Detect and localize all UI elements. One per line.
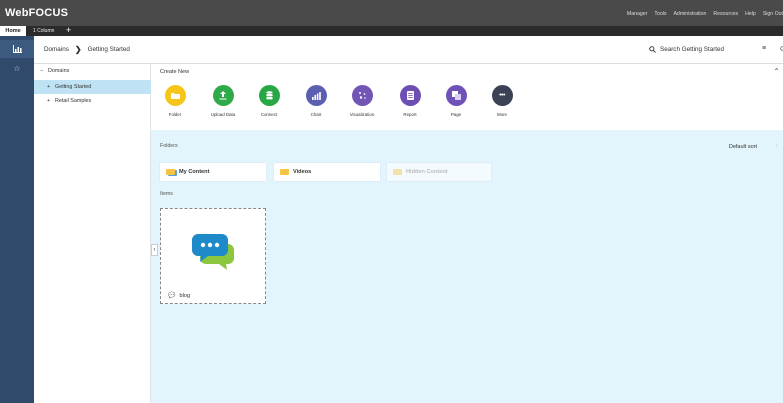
menu-help[interactable]: Help — [745, 11, 756, 17]
create-more-button[interactable]: ••• More — [482, 85, 522, 117]
shared-folder-icon — [166, 169, 175, 175]
tree-root-label: Domains — [48, 68, 70, 74]
list-view-icon[interactable]: ≡ — [762, 45, 766, 53]
folder-label: Videos — [293, 169, 312, 175]
chart-icon — [12, 45, 22, 53]
menu-tools[interactable]: Tools — [654, 11, 666, 17]
create-connect-button[interactable]: Connect — [249, 85, 289, 117]
chat-bubbles-icon — [192, 234, 234, 270]
app-logo: WebFOCUS — [5, 7, 69, 19]
folder-icon — [393, 169, 402, 175]
upload-icon — [212, 85, 234, 106]
breadcrumb-domains[interactable]: Domains — [44, 46, 69, 53]
create-new-title: Create New — [160, 69, 190, 75]
collapse-icon[interactable]: − — [40, 68, 48, 74]
left-nav: ☆ — [0, 36, 34, 403]
create-report-button[interactable]: Report — [390, 85, 430, 117]
create-label: Report — [403, 112, 417, 117]
create-label: Visualization — [349, 112, 375, 117]
tree-item-getting-started[interactable]: + Getting Started — [34, 80, 151, 94]
create-label: Chart — [310, 112, 322, 117]
tree-item-retail-samples[interactable]: + Retail Samples — [34, 94, 151, 108]
folder-label: Hidden Content — [406, 169, 448, 175]
page-icon — [445, 85, 467, 106]
bar-chart-icon — [305, 85, 327, 106]
create-label: Connect — [260, 112, 278, 117]
folder-hidden-content[interactable]: Hidden Content — [387, 163, 491, 181]
more-icon: ••• — [491, 85, 513, 106]
chevron-right-icon: ❯ — [74, 44, 82, 54]
folder-videos[interactable]: Videos — [274, 163, 380, 181]
item-card-blog[interactable]: 💬 blog — [160, 208, 266, 304]
folder-icon — [280, 169, 289, 175]
expand-tree-handle[interactable]: ‹ — [151, 244, 158, 256]
folder-label: My Content — [179, 169, 210, 175]
folder-icon — [164, 85, 186, 106]
create-label: Folder — [168, 112, 182, 117]
header-actions: ≡ ⟳ — [762, 45, 783, 53]
domain-tree: − Domains + Getting Started + Retail Sam… — [34, 64, 151, 403]
folder-my-content[interactable]: My Content — [160, 163, 266, 181]
report-icon — [399, 85, 421, 106]
create-label: Upload Data — [210, 112, 236, 117]
scatter-icon — [351, 85, 373, 106]
create-label: Page — [450, 112, 462, 117]
nav-favorites[interactable]: ☆ — [0, 59, 34, 77]
create-page-button[interactable]: Page — [436, 85, 476, 117]
create-folder-button[interactable]: Folder — [155, 85, 195, 117]
tab-1-column[interactable]: 1 Column — [33, 26, 54, 36]
create-new-panel: Create New ⌃ Folder Upload Data Connect … — [151, 64, 783, 130]
star-icon: ☆ — [13, 63, 21, 73]
expand-icon[interactable]: + — [47, 98, 55, 104]
create-upload-data-button[interactable]: Upload Data — [203, 85, 243, 117]
create-chart-button[interactable]: Chart — [296, 85, 336, 117]
main-content: Create New ⌃ Folder Upload Data Connect … — [151, 64, 783, 403]
folders-title: Folders — [160, 143, 178, 149]
item-card-label: 💬 blog — [168, 292, 191, 300]
nav-chart[interactable] — [0, 40, 34, 58]
collapse-up-icon[interactable]: ⌃ — [773, 67, 780, 76]
top-bar: WebFOCUS Manager Tools Administration Re… — [0, 0, 783, 26]
sort-dropdown[interactable]: Default sort — [729, 144, 757, 150]
create-label: More — [496, 112, 507, 117]
page-header: Domains ❯ Getting Started Search Getting… — [34, 36, 783, 64]
search-icon — [649, 46, 656, 53]
tree-root-domains[interactable]: − Domains — [34, 64, 151, 78]
menu-manager[interactable]: Manager — [627, 11, 647, 17]
expand-icon[interactable]: + — [47, 84, 55, 90]
sort-direction-icon[interactable]: ↑ — [775, 143, 778, 149]
item-card-name: blog — [179, 292, 191, 299]
tab-bar: Home 1 Column + — [0, 25, 783, 36]
menu-resources[interactable]: Resources — [713, 11, 738, 17]
menu-administration[interactable]: Administration — [673, 11, 706, 17]
breadcrumb: Domains ❯ Getting Started — [44, 44, 130, 54]
items-title: Items — [160, 191, 173, 197]
tab-home[interactable]: Home — [0, 26, 26, 36]
add-tab-button[interactable]: + — [66, 25, 71, 36]
search-box[interactable]: Search Getting Started — [649, 46, 724, 53]
menu-sign-out[interactable]: Sign Out — [763, 11, 783, 17]
breadcrumb-current: Getting Started — [87, 46, 130, 53]
top-menu: Manager Tools Administration Resources H… — [627, 11, 783, 17]
search-label: Search Getting Started — [660, 46, 725, 53]
comment-icon: 💬 — [168, 293, 176, 299]
tree-item-label: Retail Samples — [55, 98, 92, 104]
tree-item-label: Getting Started — [55, 84, 92, 90]
database-icon — [258, 85, 280, 106]
create-visualization-button[interactable]: Visualization — [342, 85, 382, 117]
